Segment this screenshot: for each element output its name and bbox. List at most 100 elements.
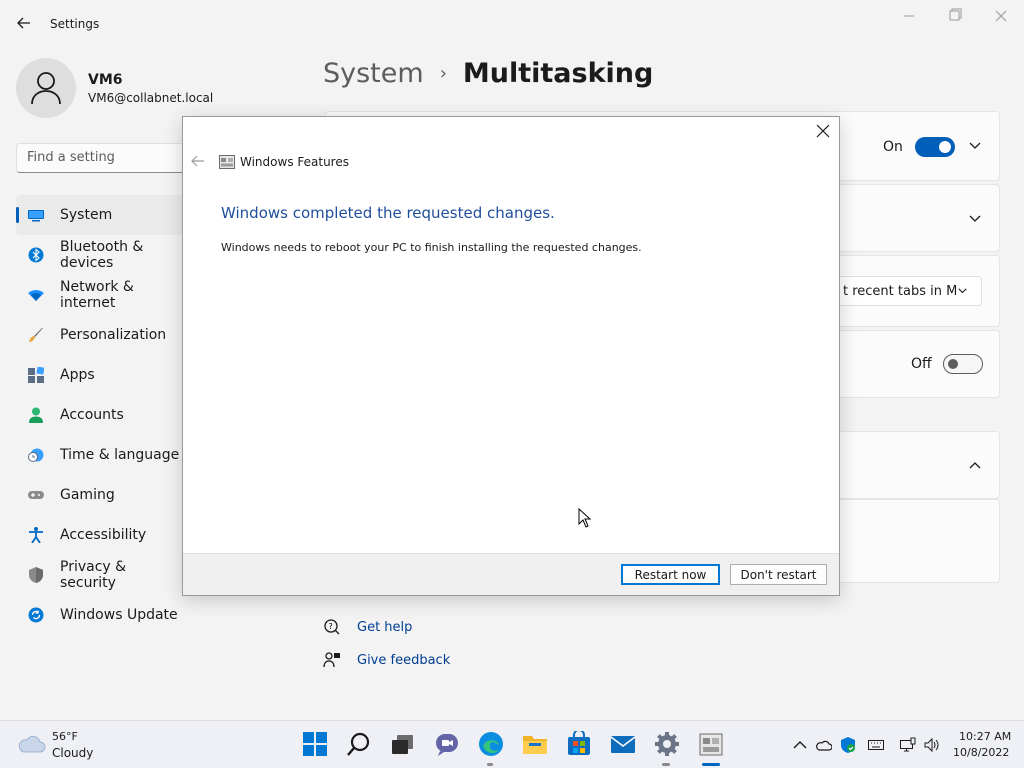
start-icon[interactable] bbox=[302, 731, 328, 757]
sidebar-item-label: Network & internet bbox=[60, 279, 134, 311]
accessibility-icon bbox=[29, 527, 43, 543]
gamepad-icon bbox=[28, 491, 44, 499]
sidebar-item-label: System bbox=[60, 207, 113, 223]
sidebar-item-label: Personalization bbox=[60, 327, 167, 343]
running-indicator bbox=[662, 763, 670, 766]
person-icon bbox=[29, 407, 43, 423]
user-email: VM6@collabnet.local bbox=[88, 91, 214, 105]
active-indicator bbox=[702, 763, 720, 766]
windows-features-icon bbox=[219, 155, 235, 169]
clock-globe-icon bbox=[28, 448, 44, 462]
title-bar: Settings bbox=[0, 0, 1024, 48]
mouse-cursor-icon bbox=[578, 508, 592, 528]
system-monitor-icon bbox=[28, 210, 44, 222]
weather-condition[interactable]: Cloudy bbox=[52, 746, 93, 760]
sidebar-item-personalization[interactable]: Personalization bbox=[16, 315, 186, 355]
back-arrow-icon[interactable] bbox=[16, 15, 32, 31]
sidebar-item-label: Windows Update bbox=[60, 607, 178, 623]
brush-icon bbox=[29, 328, 43, 342]
help-icon: ? bbox=[324, 619, 340, 635]
edge-icon[interactable] bbox=[478, 731, 504, 757]
sidebar-item-accessibility[interactable]: Accessibility bbox=[16, 515, 186, 555]
shield-icon bbox=[29, 567, 43, 583]
running-indicator bbox=[487, 763, 493, 766]
wifi-icon bbox=[28, 290, 44, 301]
chevron-up-icon[interactable] bbox=[792, 737, 808, 753]
sidebar-item-system[interactable]: System bbox=[16, 195, 186, 235]
keyboard-icon[interactable] bbox=[868, 737, 884, 753]
get-help-label: Get help bbox=[357, 619, 413, 635]
mail-icon[interactable] bbox=[610, 731, 636, 757]
user-name: VM6 bbox=[88, 72, 123, 88]
minimize-icon[interactable] bbox=[894, 8, 924, 26]
search-icon[interactable] bbox=[346, 731, 372, 757]
alt-tab-dropdown-value: t recent tabs in M bbox=[843, 284, 958, 299]
sidebar-nav: System Bluetooth & devices Network & int… bbox=[16, 195, 186, 635]
breadcrumb-parent[interactable]: System bbox=[323, 58, 424, 89]
apps-icon bbox=[28, 367, 44, 383]
search-input[interactable]: Find a setting bbox=[16, 143, 196, 173]
chevron-down-icon[interactable] bbox=[969, 215, 981, 223]
cloud-icon[interactable] bbox=[18, 732, 46, 754]
snap-toggle-state: On bbox=[883, 139, 903, 155]
sidebar-item-privacy-security[interactable]: Privacy & security bbox=[16, 555, 186, 595]
clock-time[interactable]: 10:27 AM bbox=[959, 730, 1011, 743]
sidebar-item-network[interactable]: Network & internet bbox=[16, 275, 186, 315]
update-icon bbox=[28, 607, 44, 623]
chevron-down-icon[interactable] bbox=[969, 142, 981, 150]
network-icon[interactable] bbox=[900, 737, 916, 753]
clock-date[interactable]: 10/8/2022 bbox=[953, 746, 1009, 759]
chevron-up-icon[interactable] bbox=[969, 461, 981, 469]
sidebar-item-bluetooth[interactable]: Bluetooth & devices bbox=[16, 235, 186, 275]
user-icon bbox=[31, 72, 61, 105]
file-explorer-icon[interactable] bbox=[522, 731, 548, 757]
dont-restart-button[interactable]: Don't restart bbox=[730, 564, 827, 585]
avatar[interactable] bbox=[16, 58, 76, 118]
volume-icon[interactable] bbox=[924, 737, 940, 753]
dialog-footer: Restart now Don't restart bbox=[183, 553, 839, 595]
sidebar-item-windows-update[interactable]: Windows Update bbox=[16, 595, 186, 635]
dialog-message: Windows needs to reboot your PC to finis… bbox=[221, 241, 642, 254]
sidebar-item-time-language[interactable]: Time & language bbox=[16, 435, 186, 475]
get-help-link[interactable]: ? Get help bbox=[323, 618, 412, 636]
give-feedback-label: Give feedback bbox=[357, 652, 451, 668]
dialog-heading: Windows completed the requested changes. bbox=[221, 204, 555, 222]
sidebar-item-label: Apps bbox=[60, 367, 95, 383]
taskbar: 56°F Cloudy 10:27 AM 10/8/2022 bbox=[0, 720, 1024, 768]
restart-now-button[interactable]: Restart now bbox=[621, 564, 720, 585]
feedback-icon bbox=[323, 652, 340, 668]
breadcrumb: System › Multitasking bbox=[323, 58, 653, 89]
svg-text:?: ? bbox=[329, 622, 333, 631]
task-view-icon[interactable] bbox=[390, 731, 416, 757]
chevron-down-icon bbox=[958, 288, 967, 294]
onedrive-icon[interactable] bbox=[816, 737, 832, 753]
close-window-icon[interactable] bbox=[986, 8, 1016, 26]
close-icon[interactable] bbox=[816, 124, 830, 138]
breadcrumb-separator: › bbox=[439, 63, 447, 84]
sidebar-item-label: Bluetooth & devices bbox=[60, 239, 144, 271]
chat-icon[interactable] bbox=[434, 731, 460, 757]
shake-toggle[interactable] bbox=[943, 354, 983, 374]
maximize-icon[interactable] bbox=[940, 8, 970, 26]
sidebar-item-label: Gaming bbox=[60, 487, 115, 503]
weather-temperature[interactable]: 56°F bbox=[52, 730, 78, 743]
sidebar-item-label: Accessibility bbox=[60, 527, 147, 543]
sidebar-item-gaming[interactable]: Gaming bbox=[16, 475, 186, 515]
page-title: Multitasking bbox=[462, 58, 654, 89]
settings-icon[interactable] bbox=[654, 731, 680, 757]
shake-toggle-state: Off bbox=[911, 356, 932, 372]
sidebar-item-label: Accounts bbox=[60, 407, 124, 423]
bluetooth-icon bbox=[28, 247, 44, 263]
snap-toggle[interactable] bbox=[915, 137, 955, 157]
windows-features-dialog: Windows Features Windows completed the r… bbox=[182, 116, 840, 596]
window-title: Settings bbox=[50, 17, 100, 31]
sidebar-item-label: Privacy & security bbox=[60, 559, 127, 591]
sidebar-item-label: Time & language bbox=[60, 447, 180, 463]
back-arrow-icon[interactable] bbox=[191, 155, 205, 167]
windows-features-taskbar-icon[interactable] bbox=[698, 731, 724, 757]
give-feedback-link[interactable]: Give feedback bbox=[323, 651, 450, 669]
sidebar-item-accounts[interactable]: Accounts bbox=[16, 395, 186, 435]
defender-shield-icon[interactable] bbox=[840, 737, 856, 753]
sidebar-item-apps[interactable]: Apps bbox=[16, 355, 186, 395]
store-icon[interactable] bbox=[566, 731, 592, 757]
